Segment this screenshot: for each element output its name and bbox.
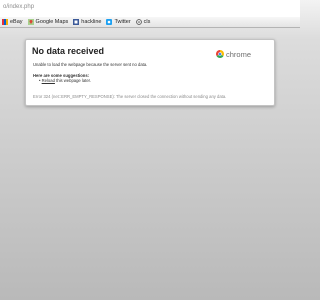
hackline-icon <box>73 19 80 25</box>
bookmarks-bar: eBay Google Maps hackline Twitter cls <box>0 17 300 28</box>
page-title: No data received <box>32 46 105 56</box>
bookmark-label: eBay <box>10 19 23 25</box>
bookmark-label: Twitter <box>114 19 131 25</box>
error-code: Error 324 (net::ERR_EMPTY_RESPONSE): The… <box>33 94 227 99</box>
ebay-icon <box>2 19 8 25</box>
bookmark-cls[interactable]: cls <box>135 19 151 25</box>
url-text[interactable]: o/index.php <box>3 4 34 10</box>
chrome-logo-icon <box>216 45 224 63</box>
bookmark-label: Google Maps <box>35 19 69 25</box>
suggestion-text: this webpage later. <box>54 78 92 83</box>
chrome-wordmark: chrome <box>226 49 252 59</box>
reload-link[interactable]: Reload <box>42 78 55 83</box>
error-description: Unable to load the webpage because the s… <box>33 62 148 67</box>
chrome-brand: chrome <box>216 45 251 63</box>
google-maps-icon <box>27 19 34 25</box>
error-card: No data received chrome Unable to load t… <box>25 39 275 106</box>
bookmark-google-maps[interactable]: Google Maps <box>27 19 69 25</box>
twitter-icon <box>106 19 113 25</box>
bookmark-twitter[interactable]: Twitter <box>106 19 131 25</box>
bookmark-ebay[interactable]: eBay <box>2 19 23 25</box>
cls-icon <box>135 19 142 25</box>
bookmark-label: cls <box>143 19 151 25</box>
suggestion-item: • Reload this webpage later. <box>39 78 92 83</box>
bookmark-label: hackline <box>81 19 102 25</box>
address-bar[interactable]: o/index.php <box>0 0 300 18</box>
bookmark-hackline[interactable]: hackline <box>73 19 101 25</box>
